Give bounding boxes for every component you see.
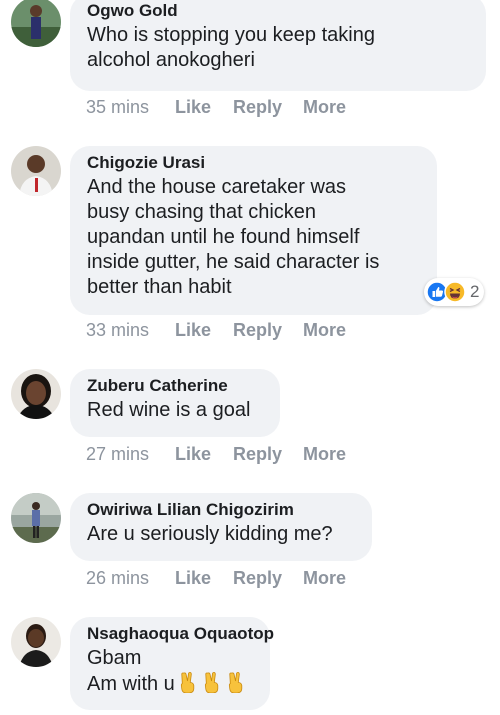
avatar[interactable] [11, 493, 61, 543]
reply-button[interactable]: Reply [233, 444, 303, 465]
comment-text: Who is stopping you keep taking alcohol … [87, 24, 375, 71]
avatar[interactable] [11, 0, 61, 47]
more-button[interactable]: More [303, 568, 346, 589]
comment-text-line: Gbam [87, 647, 142, 669]
comment-actions: 33 mins Like Reply More [86, 320, 346, 341]
comment-text: Gbam Am with u [87, 646, 253, 697]
comment-text: Red wine is a goal [87, 399, 251, 421]
comment-author[interactable]: Owiriwa Lilian Chigozirim [87, 498, 355, 522]
comment-actions: 35 mins Like Reply More [86, 97, 346, 118]
reaction-count: 2 [470, 282, 480, 301]
more-button[interactable]: More [303, 320, 346, 341]
comment-bubble: Owiriwa Lilian Chigozirim Are u seriousl… [70, 493, 372, 561]
like-button[interactable]: Like [175, 320, 233, 341]
victory-hand-icon [204, 671, 219, 693]
reply-button[interactable]: Reply [233, 568, 303, 589]
reply-button[interactable]: Reply [233, 97, 303, 118]
avatar[interactable] [11, 146, 61, 196]
victory-hand-icon [180, 671, 195, 693]
comment-bubble: Nsaghaoqua Oquaotop Gbam Am with u [70, 617, 274, 710]
comment-author[interactable]: Chigozie Urasi [87, 151, 420, 175]
like-button[interactable]: Like [175, 97, 233, 118]
victory-hand-icon [228, 671, 243, 693]
reply-button[interactable]: Reply [233, 320, 303, 341]
comment-text: And the house caretaker was busy chasing… [87, 176, 380, 298]
comment-bubble: Ogwo Gold Who is stopping you keep takin… [70, 0, 486, 91]
like-button[interactable]: Like [175, 444, 233, 465]
avatar[interactable] [11, 617, 61, 667]
haha-reaction-icon [444, 281, 466, 303]
like-button[interactable]: Like [175, 568, 233, 589]
comment-text-line: Am with u [87, 673, 175, 695]
comment-author[interactable]: Zuberu Catherine [87, 374, 263, 398]
comment-timestamp[interactable]: 26 mins [86, 568, 175, 589]
comment-bubble: Chigozie Urasi And the house caretaker w… [70, 146, 437, 315]
comment-timestamp[interactable]: 35 mins [86, 97, 175, 118]
reactions-summary[interactable]: 2 [424, 278, 485, 306]
comment-timestamp[interactable]: 27 mins [86, 444, 175, 465]
comment-author[interactable]: Ogwo Gold [87, 0, 469, 23]
comment-actions: 26 mins Like Reply More [86, 568, 346, 589]
comment-bubble: Zuberu Catherine Red wine is a goal [70, 369, 280, 437]
more-button[interactable]: More [303, 444, 346, 465]
avatar[interactable] [11, 369, 61, 419]
comment-author[interactable]: Nsaghaoqua Oquaotop [87, 622, 274, 646]
comment-actions: 27 mins Like Reply More [86, 444, 346, 465]
comment-text: Are u seriously kidding me? [87, 523, 333, 545]
more-button[interactable]: More [303, 97, 346, 118]
comment-timestamp[interactable]: 33 mins [86, 320, 175, 341]
